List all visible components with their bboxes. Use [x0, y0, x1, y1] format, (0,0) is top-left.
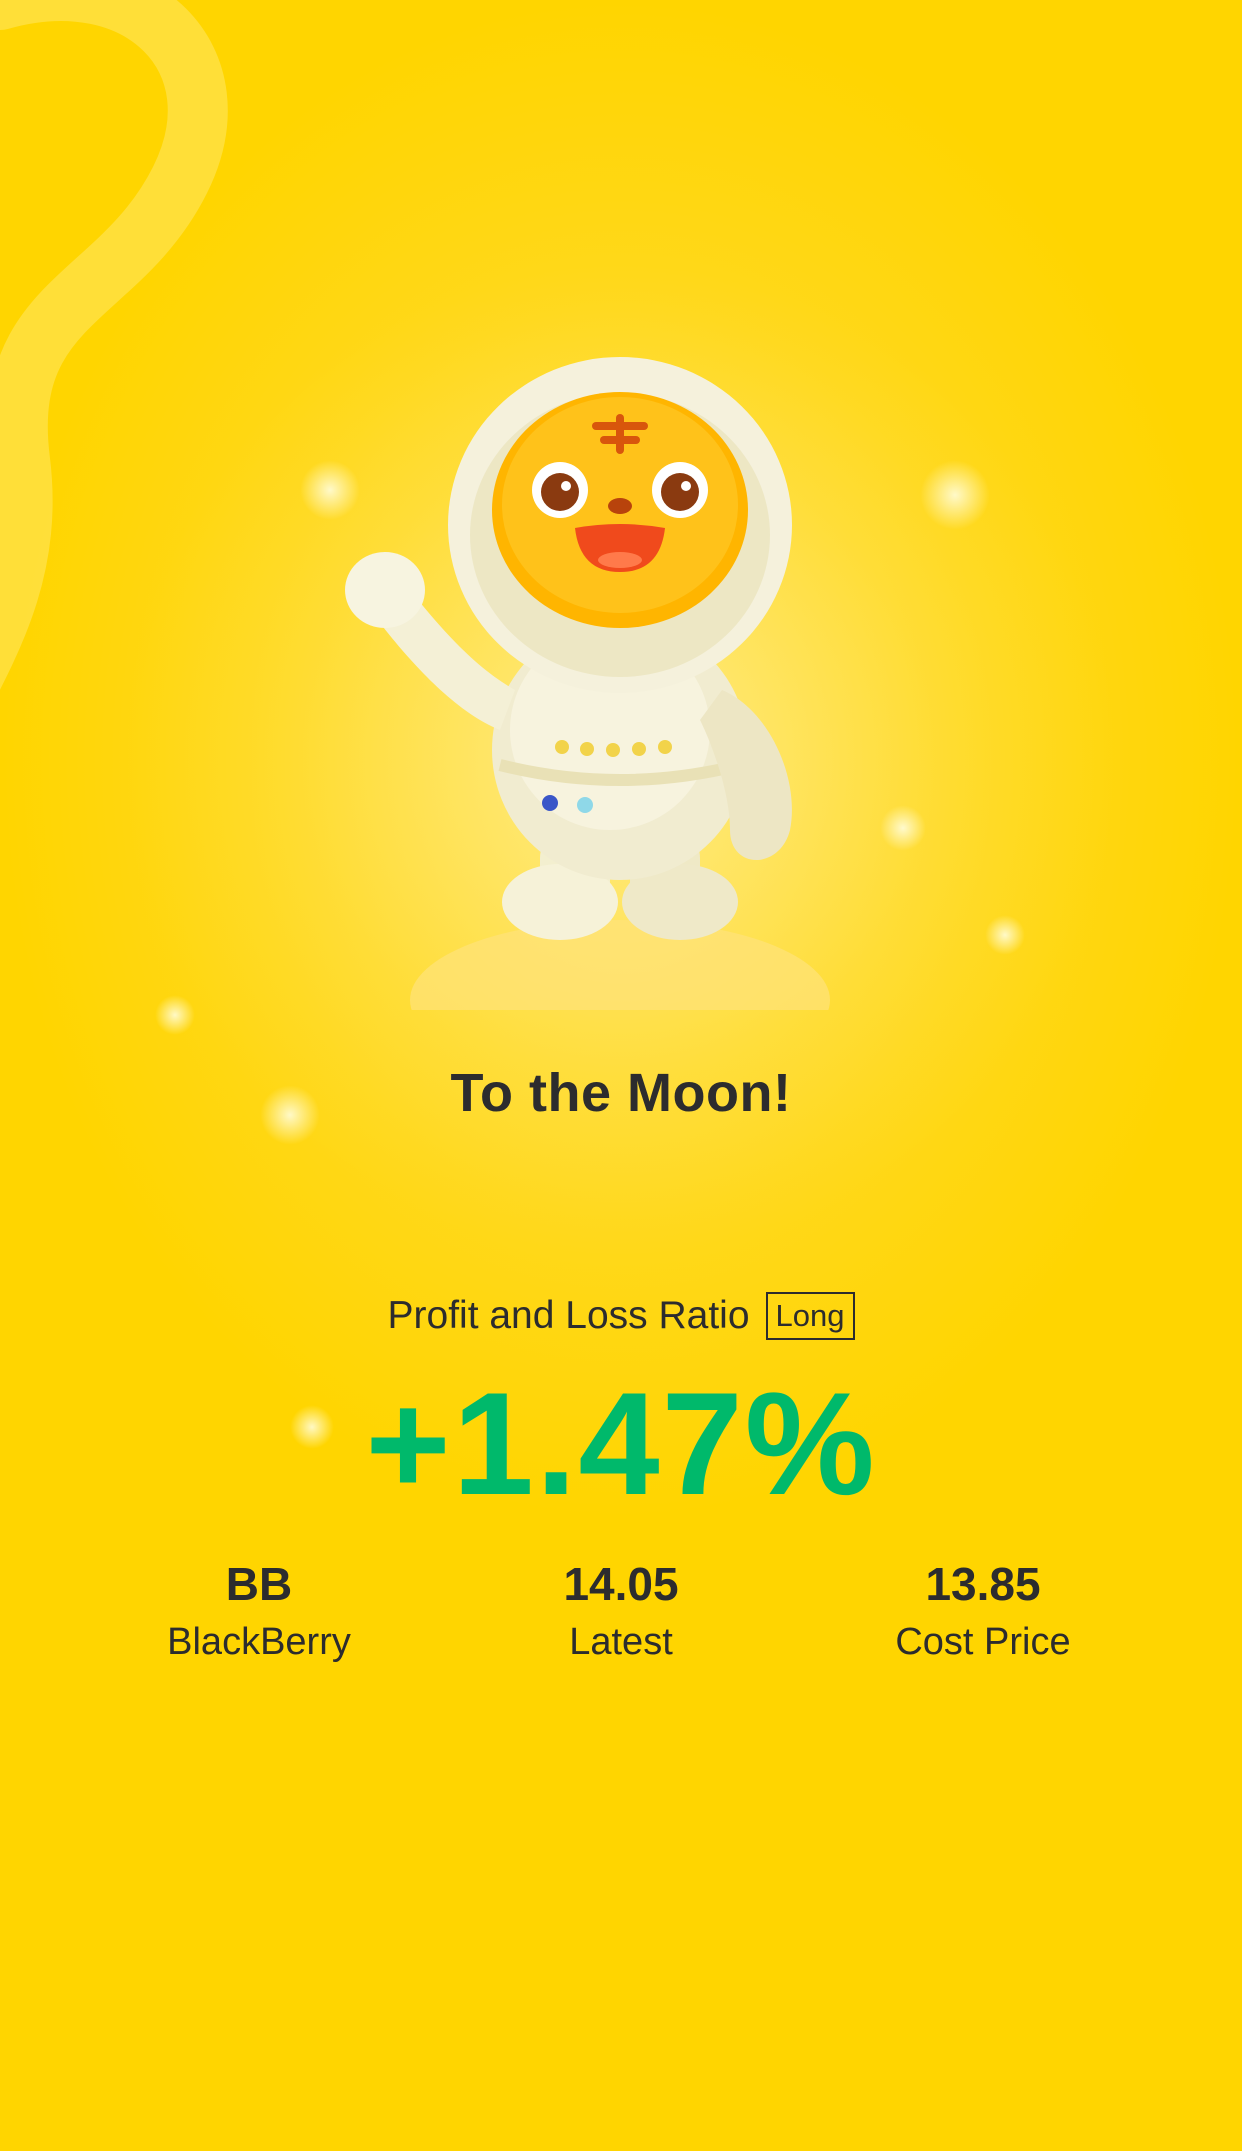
stat-value: 13.85: [925, 1558, 1041, 1610]
pnl-ratio-label: Profit and Loss Ratio: [387, 1294, 750, 1337]
stat-label: BlackBerry: [167, 1621, 351, 1663]
stat-value: BB: [225, 1558, 293, 1610]
sparkle: [155, 995, 195, 1035]
stat-symbol: BB BlackBerry: [79, 1556, 439, 1668]
stock-stats: BB BlackBerry 14.05 Latest 13.85 Cost Pr…: [0, 1556, 1242, 1696]
stat-label: Latest: [569, 1621, 673, 1663]
pnl-ratio-value: +1.47%: [365, 1362, 877, 1525]
stat-value: 14.05: [563, 1558, 679, 1610]
hero-title: To the Moon!: [450, 1063, 792, 1123]
stat-latest-price: 14.05 Latest: [441, 1556, 801, 1668]
share-card: To the Moon! Profit and Loss Ratio Long …: [0, 0, 1242, 2151]
sparkle: [920, 460, 990, 530]
sparkle: [985, 915, 1025, 955]
stat-label: Cost Price: [895, 1621, 1071, 1663]
pnl-ratio-row: Profit and Loss Ratio Long: [0, 1292, 1242, 1340]
tiger-astronaut-mascot: [345, 357, 830, 1010]
position-direction-badge: Long: [765, 1292, 855, 1340]
stat-cost-price: 13.85 Cost Price: [803, 1556, 1163, 1668]
sparkle: [880, 805, 926, 851]
